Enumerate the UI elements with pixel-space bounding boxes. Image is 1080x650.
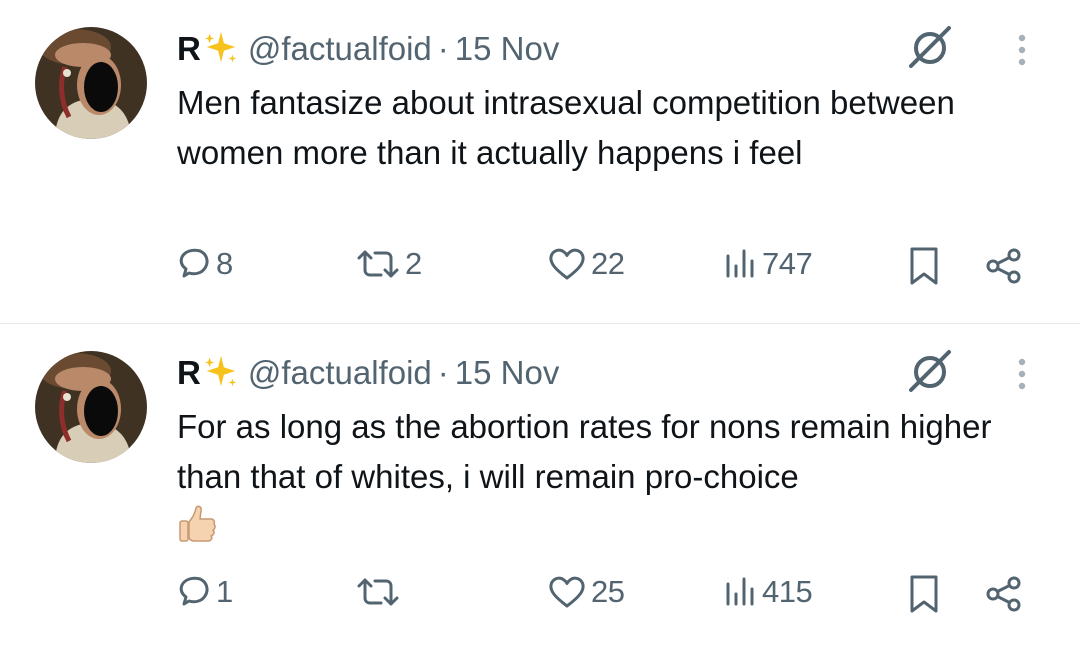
repost-icon xyxy=(357,578,399,606)
separator-dot: · xyxy=(437,354,449,391)
repost-button[interactable]: 2 xyxy=(355,246,422,282)
repost-button[interactable] xyxy=(355,574,405,610)
like-count: 22 xyxy=(591,246,625,281)
avatar[interactable] xyxy=(35,351,147,463)
share-button[interactable] xyxy=(984,574,1024,614)
like-icon xyxy=(549,248,585,280)
reply-icon xyxy=(179,576,209,606)
views-icon xyxy=(726,577,754,606)
bookmark-button[interactable] xyxy=(907,574,941,614)
tweet-header: R @factualfoid · 15 Nov xyxy=(177,28,559,69)
author-handle[interactable]: @factualfoid xyxy=(248,354,432,391)
tweet[interactable]: R @factualfoid · 15 Nov For as long as the… xyxy=(0,324,1080,648)
sparkle-icon xyxy=(204,31,237,63)
more-icon[interactable] xyxy=(1010,30,1034,70)
tweet-actions: 1 25 415 xyxy=(0,574,1080,624)
bookmark-button[interactable] xyxy=(907,246,941,286)
sparkle-icon xyxy=(204,355,237,387)
reply-count: 1 xyxy=(216,574,233,609)
author-handle[interactable]: @factualfoid xyxy=(248,30,432,67)
reply-button[interactable]: 8 xyxy=(176,246,233,282)
reply-icon xyxy=(179,248,209,278)
like-count: 25 xyxy=(591,574,625,609)
tweet-actions: 8 2 22 747 xyxy=(0,246,1080,296)
author-name[interactable]: R xyxy=(177,30,201,67)
grok-icon[interactable] xyxy=(905,346,955,396)
share-icon xyxy=(986,248,1021,284)
share-button[interactable] xyxy=(984,246,1024,286)
views-button[interactable]: 747 xyxy=(722,246,813,282)
tweet-text: For as long as the abortion rates for no… xyxy=(177,408,992,495)
tweet-date[interactable]: 15 Nov xyxy=(455,30,560,67)
views-button[interactable]: 415 xyxy=(722,574,813,610)
tweet-date[interactable]: 15 Nov xyxy=(455,354,560,391)
bookmark-icon xyxy=(910,247,938,285)
views-icon xyxy=(726,249,754,278)
separator-dot: · xyxy=(437,30,449,67)
thumbs-up-emoji xyxy=(179,505,216,542)
tweet[interactable]: R @factualfoid · 15 Nov Men fantasize abou… xyxy=(0,0,1080,324)
tweet-text: Men fantasize about intrasexual competit… xyxy=(177,84,955,171)
more-icon[interactable] xyxy=(1010,354,1034,394)
like-button[interactable]: 25 xyxy=(547,574,625,610)
view-count: 415 xyxy=(762,574,813,609)
repost-count: 2 xyxy=(405,246,422,281)
like-button[interactable]: 22 xyxy=(547,246,625,282)
reply-button[interactable]: 1 xyxy=(176,574,233,610)
reply-count: 8 xyxy=(216,246,233,281)
author-name[interactable]: R xyxy=(177,354,201,391)
avatar[interactable] xyxy=(35,27,147,139)
tweet-header: R @factualfoid · 15 Nov xyxy=(177,352,559,393)
like-icon xyxy=(549,576,585,608)
grok-icon[interactable] xyxy=(905,22,955,72)
bookmark-icon xyxy=(910,575,938,613)
share-icon xyxy=(986,576,1021,612)
repost-icon xyxy=(357,250,399,278)
view-count: 747 xyxy=(762,246,813,281)
